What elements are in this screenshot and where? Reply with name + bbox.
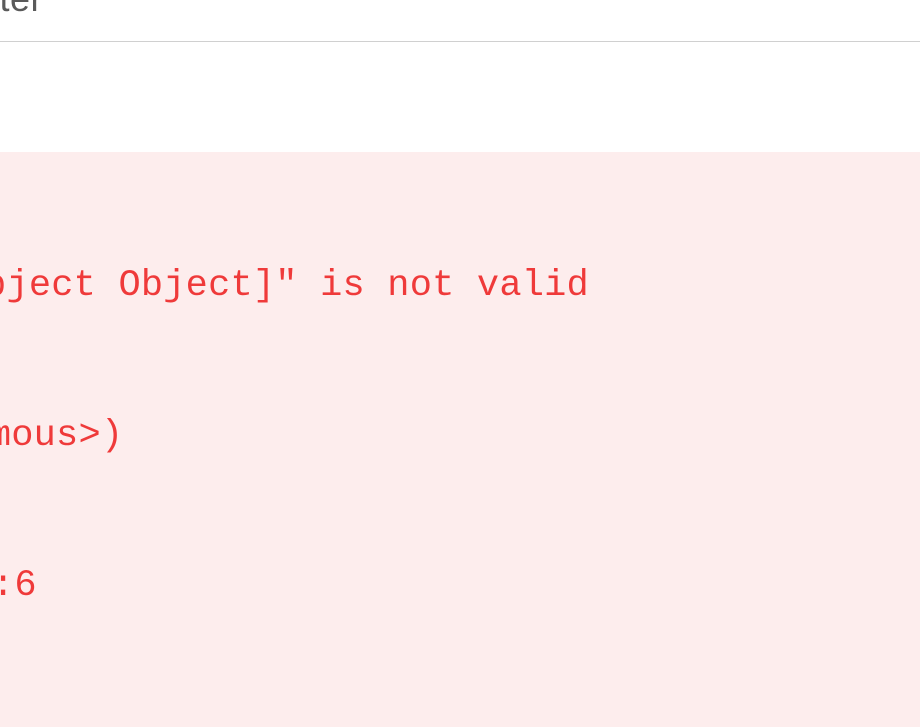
error-text-line1: "[object Object]" is not valid	[0, 265, 589, 307]
filter-input[interactable]	[0, 0, 880, 20]
filter-toolbar	[0, 0, 920, 42]
error-text-line3: :6	[0, 562, 920, 612]
error-text-line2: (<anonymous>)	[0, 412, 920, 462]
console-error-message[interactable]: Error: "[object Object]" is not valid (<…	[0, 152, 920, 727]
console-output: Error: "[object Object]" is not valid (<…	[0, 42, 920, 727]
